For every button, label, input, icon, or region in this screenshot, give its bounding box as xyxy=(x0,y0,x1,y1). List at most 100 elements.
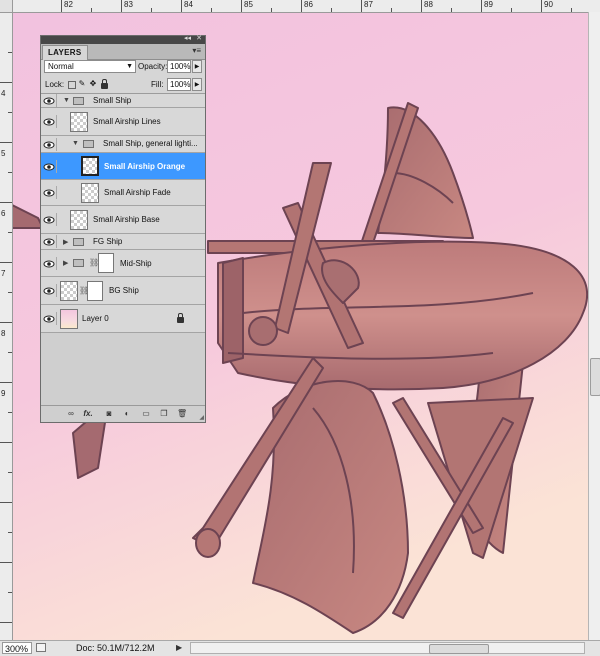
layer-name: Layer 0 xyxy=(82,314,109,323)
ruler-label: 7 xyxy=(1,269,6,278)
ruler-label: 84 xyxy=(184,0,193,9)
eye-icon[interactable] xyxy=(43,186,57,199)
fill-field[interactable]: 100% xyxy=(167,78,191,91)
ruler-label: 85 xyxy=(244,0,253,9)
panel-tab-row: LAYERS ▾≡ xyxy=(41,44,205,60)
layer-row-small-ship[interactable]: ▼ Small Ship xyxy=(41,94,205,108)
layer-mask-thumbnail xyxy=(87,281,103,301)
fill-label: Fill: xyxy=(151,80,164,89)
layer-row-small-airship-base[interactable]: Small Airship Base xyxy=(41,206,205,234)
eye-icon[interactable] xyxy=(43,213,57,226)
ruler-label: 86 xyxy=(304,0,313,9)
collapsed-triangle-icon[interactable]: ▶ xyxy=(63,259,68,267)
eye-icon[interactable] xyxy=(43,235,57,248)
status-menu-arrow-icon[interactable]: ▶ xyxy=(176,643,182,652)
layer-row-layer-0[interactable]: Layer 0 xyxy=(41,305,205,333)
ruler-label: 89 xyxy=(484,0,493,9)
collapsed-triangle-icon[interactable]: ▶ xyxy=(63,238,68,246)
layer-list[interactable]: ▼ Small Ship Small Airship Lines ▼ Small… xyxy=(41,94,205,407)
panel-title-bar[interactable]: ◂◂ ✕ xyxy=(41,35,205,44)
layer-name: Small Airship Fade xyxy=(104,188,171,197)
ruler-label: 90 xyxy=(544,0,553,9)
layer-thumbnail xyxy=(81,156,99,176)
eye-icon[interactable] xyxy=(43,115,57,128)
ruler-corner[interactable] xyxy=(0,0,13,13)
fx-icon[interactable]: fx. xyxy=(83,409,93,419)
eye-icon[interactable] xyxy=(43,312,57,325)
horizontal-scrollbar[interactable] xyxy=(190,642,585,654)
add-mask-icon[interactable]: ◙ xyxy=(104,409,114,419)
layer-name: FG Ship xyxy=(93,237,123,246)
eye-icon[interactable] xyxy=(43,257,57,270)
ruler-label: 87 xyxy=(364,0,373,9)
layer-row-mid-ship[interactable]: ▶ ⛓ Mid-Ship xyxy=(41,250,205,277)
layer-row-bg-ship[interactable]: ⛓ BG Ship xyxy=(41,277,205,305)
collapse-panel-icon[interactable]: ◂◂ xyxy=(184,35,191,43)
lock-all-icon[interactable] xyxy=(100,79,108,89)
blend-mode-row: Normal ▼ Opacity: 100% ▶ xyxy=(41,59,205,75)
eye-icon[interactable] xyxy=(43,284,57,297)
opacity-slider-arrow-icon[interactable]: ▶ xyxy=(192,60,202,73)
ruler-label: 9 xyxy=(1,389,6,398)
link-layers-icon[interactable]: ∞ xyxy=(66,409,76,419)
ruler-vertical[interactable]: 4 5 6 7 8 9 xyxy=(0,12,13,640)
ruler-ticks-vertical: 4 5 6 7 8 9 xyxy=(0,52,12,623)
layer-name: Small Airship Lines xyxy=(93,117,161,126)
layer-name: Mid-Ship xyxy=(120,259,152,268)
expand-triangle-icon[interactable]: ▼ xyxy=(72,140,79,147)
status-bar: 300% Doc: 50.1M/712.2M ▶ xyxy=(0,640,600,656)
new-layer-icon[interactable]: ❐ xyxy=(159,409,169,419)
layer-row-small-airship-fade[interactable]: Small Airship Fade xyxy=(41,180,205,206)
folder-icon xyxy=(73,238,84,246)
ruler-label: 4 xyxy=(1,89,6,98)
lock-position-icon[interactable]: ✥ xyxy=(89,80,97,88)
blend-mode-select[interactable]: Normal ▼ xyxy=(44,60,136,73)
layer-name: BG Ship xyxy=(109,286,139,295)
new-group-icon[interactable]: ▭ xyxy=(141,409,151,419)
panel-menu-icon[interactable]: ▾≡ xyxy=(192,46,201,55)
ruler-label: 5 xyxy=(1,149,6,158)
folder-icon xyxy=(83,140,94,148)
ruler-label: 83 xyxy=(124,0,133,9)
ruler-horizontal[interactable]: 82 83 84 85 86 87 88 89 90 xyxy=(0,0,600,13)
layers-panel: ◂◂ ✕ LAYERS ▾≡ Normal ▼ Opacity: 100% ▶ … xyxy=(40,35,206,423)
eye-icon[interactable] xyxy=(43,160,57,173)
ruler-label: 6 xyxy=(1,209,6,218)
document-size-info: Doc: 50.1M/712.2M xyxy=(76,643,155,653)
ruler-ticks-horizontal xyxy=(61,0,572,12)
opacity-field[interactable]: 100% xyxy=(167,60,191,73)
layer-name: Small Ship, general lighti... xyxy=(103,139,198,148)
folder-icon xyxy=(73,97,84,105)
resize-grip-icon[interactable]: ◢ xyxy=(199,414,204,421)
folder-icon xyxy=(73,259,84,267)
blend-mode-value: Normal xyxy=(48,62,74,71)
vertical-scrollbar[interactable] xyxy=(588,12,600,640)
ruler-label: 8 xyxy=(1,329,6,338)
expand-triangle-icon[interactable]: ▼ xyxy=(63,97,70,104)
chevron-down-icon: ▼ xyxy=(126,63,133,70)
close-panel-icon[interactable]: ✕ xyxy=(196,35,202,43)
lock-transparent-pixels-icon[interactable] xyxy=(68,81,76,89)
lock-icon xyxy=(177,313,184,323)
eye-icon[interactable] xyxy=(43,94,57,107)
lock-image-pixels-icon[interactable]: ✎ xyxy=(78,80,86,88)
horizontal-scroll-thumb[interactable] xyxy=(429,644,489,654)
panel-footer-toolbar: ∞ fx. ◙ ◐ ▭ ❐ 🗑 ◢ xyxy=(41,405,205,422)
delete-layer-icon[interactable]: 🗑 xyxy=(177,409,187,419)
layer-thumbnail xyxy=(70,210,88,230)
layer-name: Small Airship Orange xyxy=(104,162,186,171)
eye-icon[interactable] xyxy=(43,138,57,151)
layer-row-fg-ship[interactable]: ▶ FG Ship xyxy=(41,234,205,250)
layer-row-small-airship-orange[interactable]: Small Airship Orange xyxy=(41,153,205,180)
layer-row-small-airship-lines[interactable]: Small Airship Lines xyxy=(41,108,205,136)
opacity-label: Opacity: xyxy=(138,62,168,71)
fill-slider-arrow-icon[interactable]: ▶ xyxy=(192,78,202,91)
layer-row-small-ship-general-lighting[interactable]: ▼ Small Ship, general lighti... xyxy=(41,136,205,153)
tab-layers[interactable]: LAYERS xyxy=(42,45,88,60)
document-status-icon[interactable] xyxy=(36,643,46,652)
layer-thumbnail xyxy=(60,309,78,329)
zoom-level-field[interactable]: 300% xyxy=(2,642,32,654)
adjustment-layer-icon[interactable]: ◐ xyxy=(122,409,132,419)
vertical-scroll-thumb[interactable] xyxy=(590,358,600,396)
lock-label: Lock: xyxy=(45,80,65,89)
